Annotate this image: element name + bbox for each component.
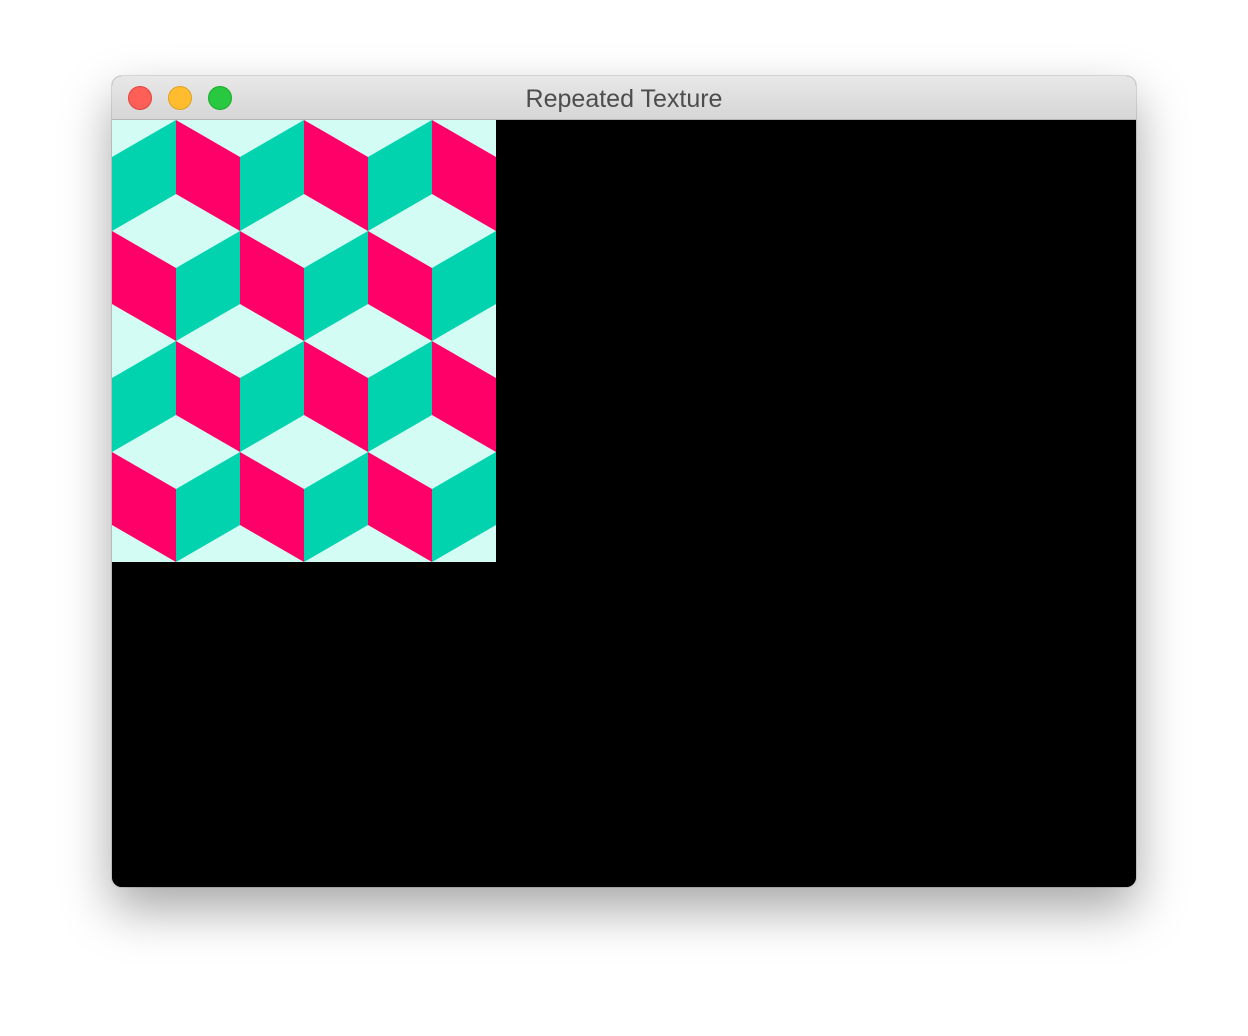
texture-fill <box>112 120 496 562</box>
repeated-texture <box>112 120 496 562</box>
window-title: Repeated Texture <box>525 85 723 113</box>
render-canvas[interactable] <box>112 120 1136 887</box>
title-bar[interactable]: Repeated Texture <box>112 76 1136 120</box>
app-window: Repeated Texture <box>112 76 1136 887</box>
